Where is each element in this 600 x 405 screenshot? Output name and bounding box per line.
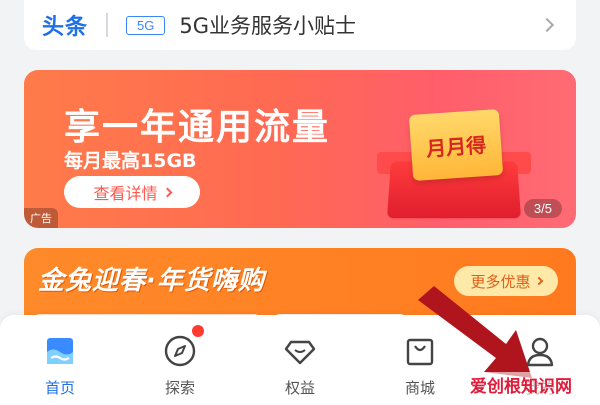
chevron-right-icon: [162, 187, 172, 197]
diamond-icon: [282, 333, 318, 369]
ad-label: 广告: [24, 208, 58, 228]
headline-title[interactable]: 5G业务服务小贴士: [179, 10, 542, 40]
headline-brand: 头条: [42, 15, 89, 40]
tab-benefits-label: 权益: [284, 379, 315, 397]
view-details-label: 查看详情: [93, 184, 158, 203]
view-details-button[interactable]: 查看详情: [64, 176, 200, 208]
spring-sale-slogan: 金兔迎春·年货嗨购: [38, 266, 265, 296]
compass-icon: [162, 333, 198, 369]
tab-home-label: 首页: [44, 379, 75, 397]
banner-pager: 3/5: [523, 199, 562, 218]
banner-headline: 享一年通用流量: [64, 107, 331, 148]
tab-benefits[interactable]: 权益: [250, 333, 350, 398]
tab-explore-label: 探索: [164, 379, 195, 397]
pointer-arrow-icon: [418, 286, 532, 378]
headline-divider: [106, 13, 109, 37]
notification-badge: [192, 325, 204, 337]
gift-card: 月月得: [408, 108, 504, 182]
gift-box-illustration: 月月得: [369, 108, 539, 222]
watermark: 爱创根知识网: [470, 372, 572, 397]
tab-home[interactable]: 首页: [10, 333, 110, 398]
tab-explore[interactable]: 探索: [130, 325, 230, 398]
headline-bar[interactable]: 头条 5G 5G业务服务小贴士: [24, 0, 576, 50]
home-icon: [42, 333, 78, 369]
promo-banner[interactable]: 享一年通用流量 每月最高15GB 查看详情 月月得 广告 3/5: [24, 70, 576, 228]
chevron-right-icon: [539, 17, 555, 33]
banner-subline: 每月最高15GB: [64, 150, 197, 172]
5g-tag: 5G: [126, 15, 166, 35]
